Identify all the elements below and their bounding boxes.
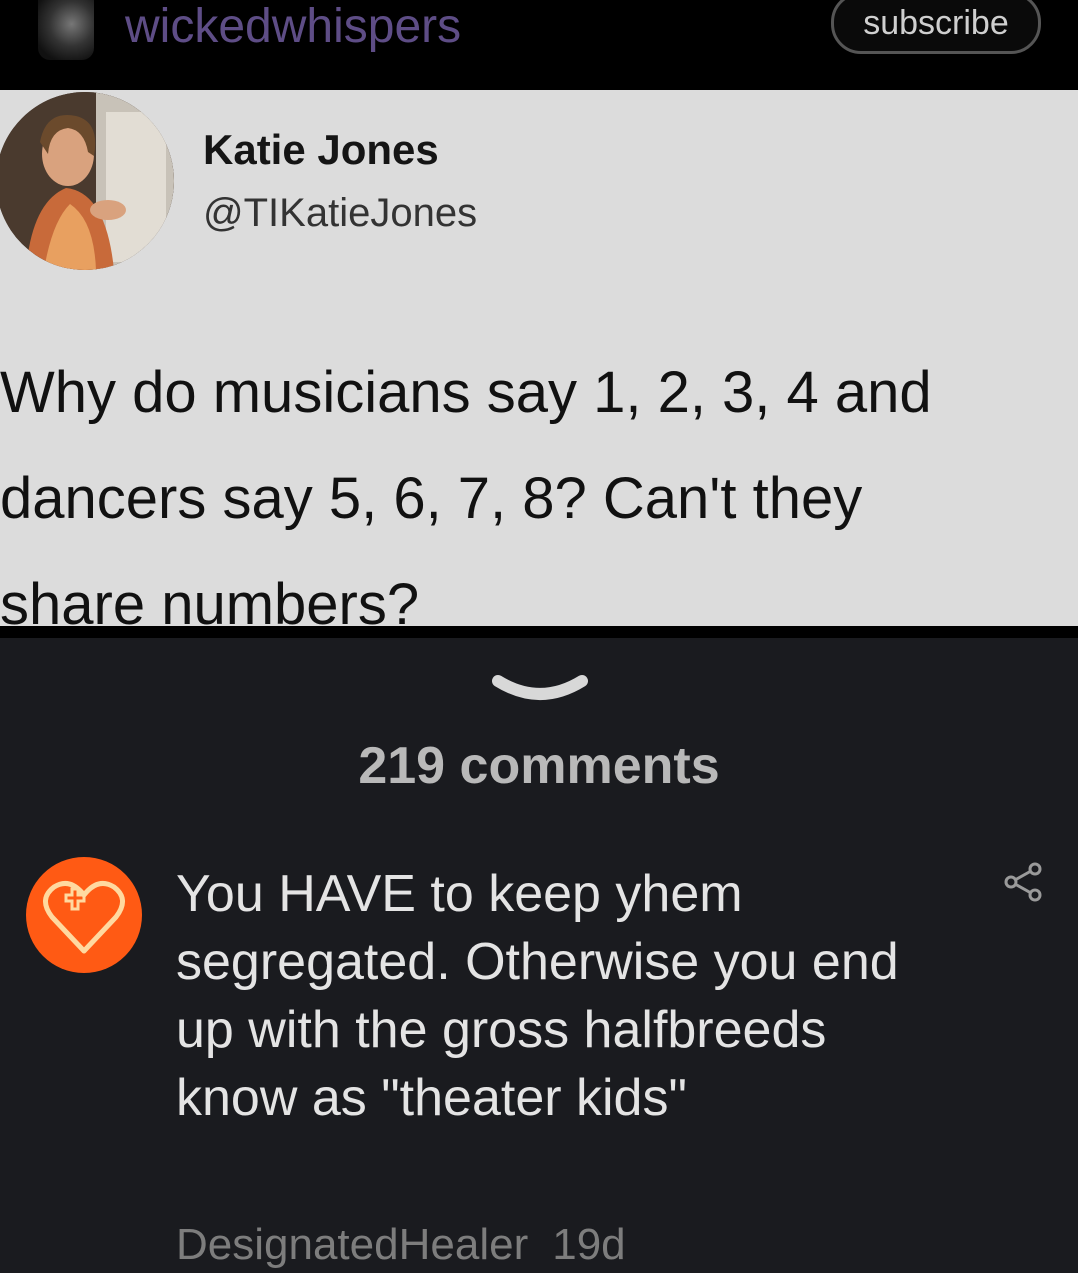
subscribe-button[interactable]: subscribe — [831, 0, 1041, 54]
avatar[interactable] — [26, 857, 142, 973]
tweet-author-handle: @TIKatieJones — [203, 191, 478, 235]
comment-meta: DesignatedHealer 19d — [176, 1220, 626, 1270]
post-header: wickedwhispers subscribe — [0, 0, 1078, 90]
tweet-author-name: Katie Jones — [203, 126, 439, 173]
divider — [0, 626, 1078, 638]
chevron-down-icon[interactable] — [490, 673, 590, 713]
comment-count: 219 comments — [358, 737, 720, 795]
comments-section: 219 comments You HAVE to keep yhem segre… — [0, 638, 1078, 1273]
tweet-author-avatar — [0, 92, 174, 270]
comment-author[interactable]: DesignatedHealer — [176, 1220, 528, 1269]
tweet-text: Why do musicians say 1, 2, 3, 4 and danc… — [0, 360, 932, 626]
poster-avatar[interactable] — [38, 0, 94, 60]
comment-text: You HAVE to keep yhem segregated. Otherw… — [176, 865, 899, 1127]
tweet-image[interactable]: Katie Jones @TIKatieJones Why do musicia… — [0, 90, 1078, 626]
share-icon[interactable] — [1003, 862, 1043, 902]
heart-icon — [43, 880, 125, 954]
comment-time: 19d — [552, 1220, 626, 1269]
poster-username[interactable]: wickedwhispers — [125, 0, 461, 54]
